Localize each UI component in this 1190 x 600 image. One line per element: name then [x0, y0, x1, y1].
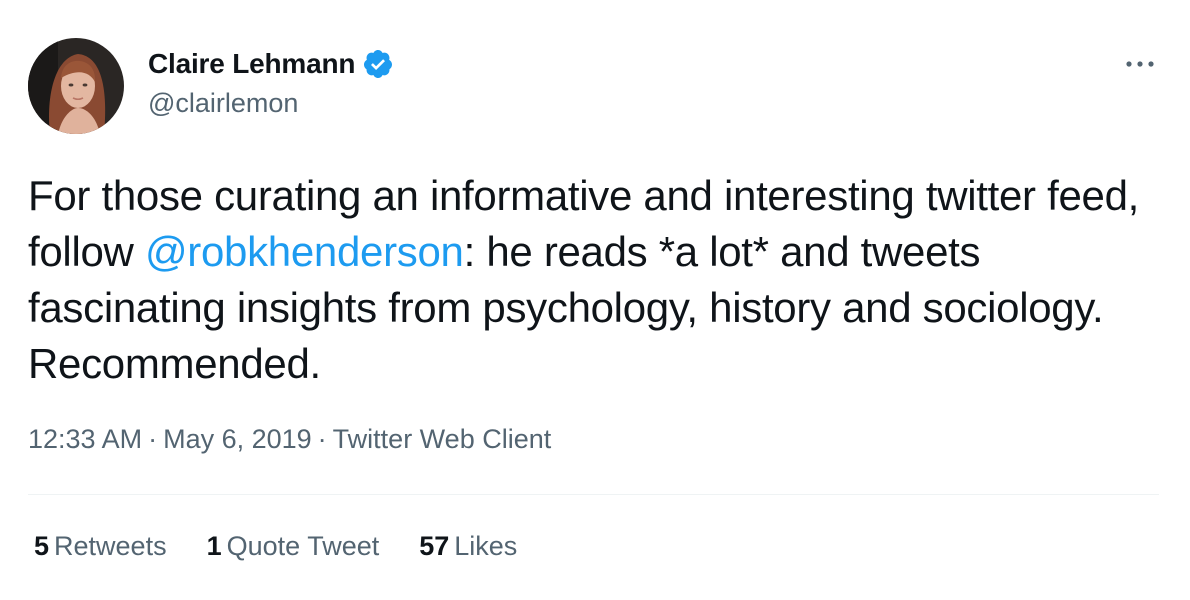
tweet-meta: 12:33 AM · May 6, 2019 · Twitter Web Client	[28, 424, 551, 455]
likes-label: Likes	[454, 531, 518, 561]
tweet-stats: 5 Retweets 1 Quote Tweet 57 Likes	[34, 531, 557, 562]
author-handle[interactable]: @clairlemon	[148, 88, 394, 119]
mention-link[interactable]: @robkhenderson	[145, 228, 464, 275]
tweet-client[interactable]: Twitter Web Client	[333, 424, 552, 454]
retweets-label: Retweets	[54, 531, 167, 561]
retweets-count: 5	[34, 531, 50, 561]
name-row: Claire Lehmann	[148, 46, 394, 82]
quote-tweets-count: 1	[206, 531, 222, 561]
quote-tweets-stat[interactable]: 1 Quote Tweet	[207, 531, 380, 562]
divider	[28, 494, 1159, 495]
tweet-text: For those curating an informative and in…	[28, 168, 1158, 392]
verified-badge-icon	[362, 48, 394, 80]
retweets-stat[interactable]: 5 Retweets	[34, 531, 167, 562]
author-display-name[interactable]: Claire Lehmann	[148, 48, 355, 80]
meta-separator: ·	[317, 424, 327, 454]
tweet-card: Claire Lehmann @clairlemon For those cur…	[0, 0, 1190, 600]
likes-stat[interactable]: 57 Likes	[419, 531, 517, 562]
author-block: Claire Lehmann @clairlemon	[148, 46, 394, 119]
meta-separator: ·	[148, 424, 158, 454]
likes-count: 57	[419, 531, 450, 561]
tweet-time[interactable]: 12:33 AM	[28, 424, 142, 454]
more-horizontal-icon	[1126, 61, 1154, 67]
more-options-button[interactable]	[1120, 50, 1160, 78]
quote-tweets-label: Quote Tweet	[226, 531, 380, 561]
tweet-date[interactable]: May 6, 2019	[163, 424, 312, 454]
avatar[interactable]	[28, 38, 124, 134]
